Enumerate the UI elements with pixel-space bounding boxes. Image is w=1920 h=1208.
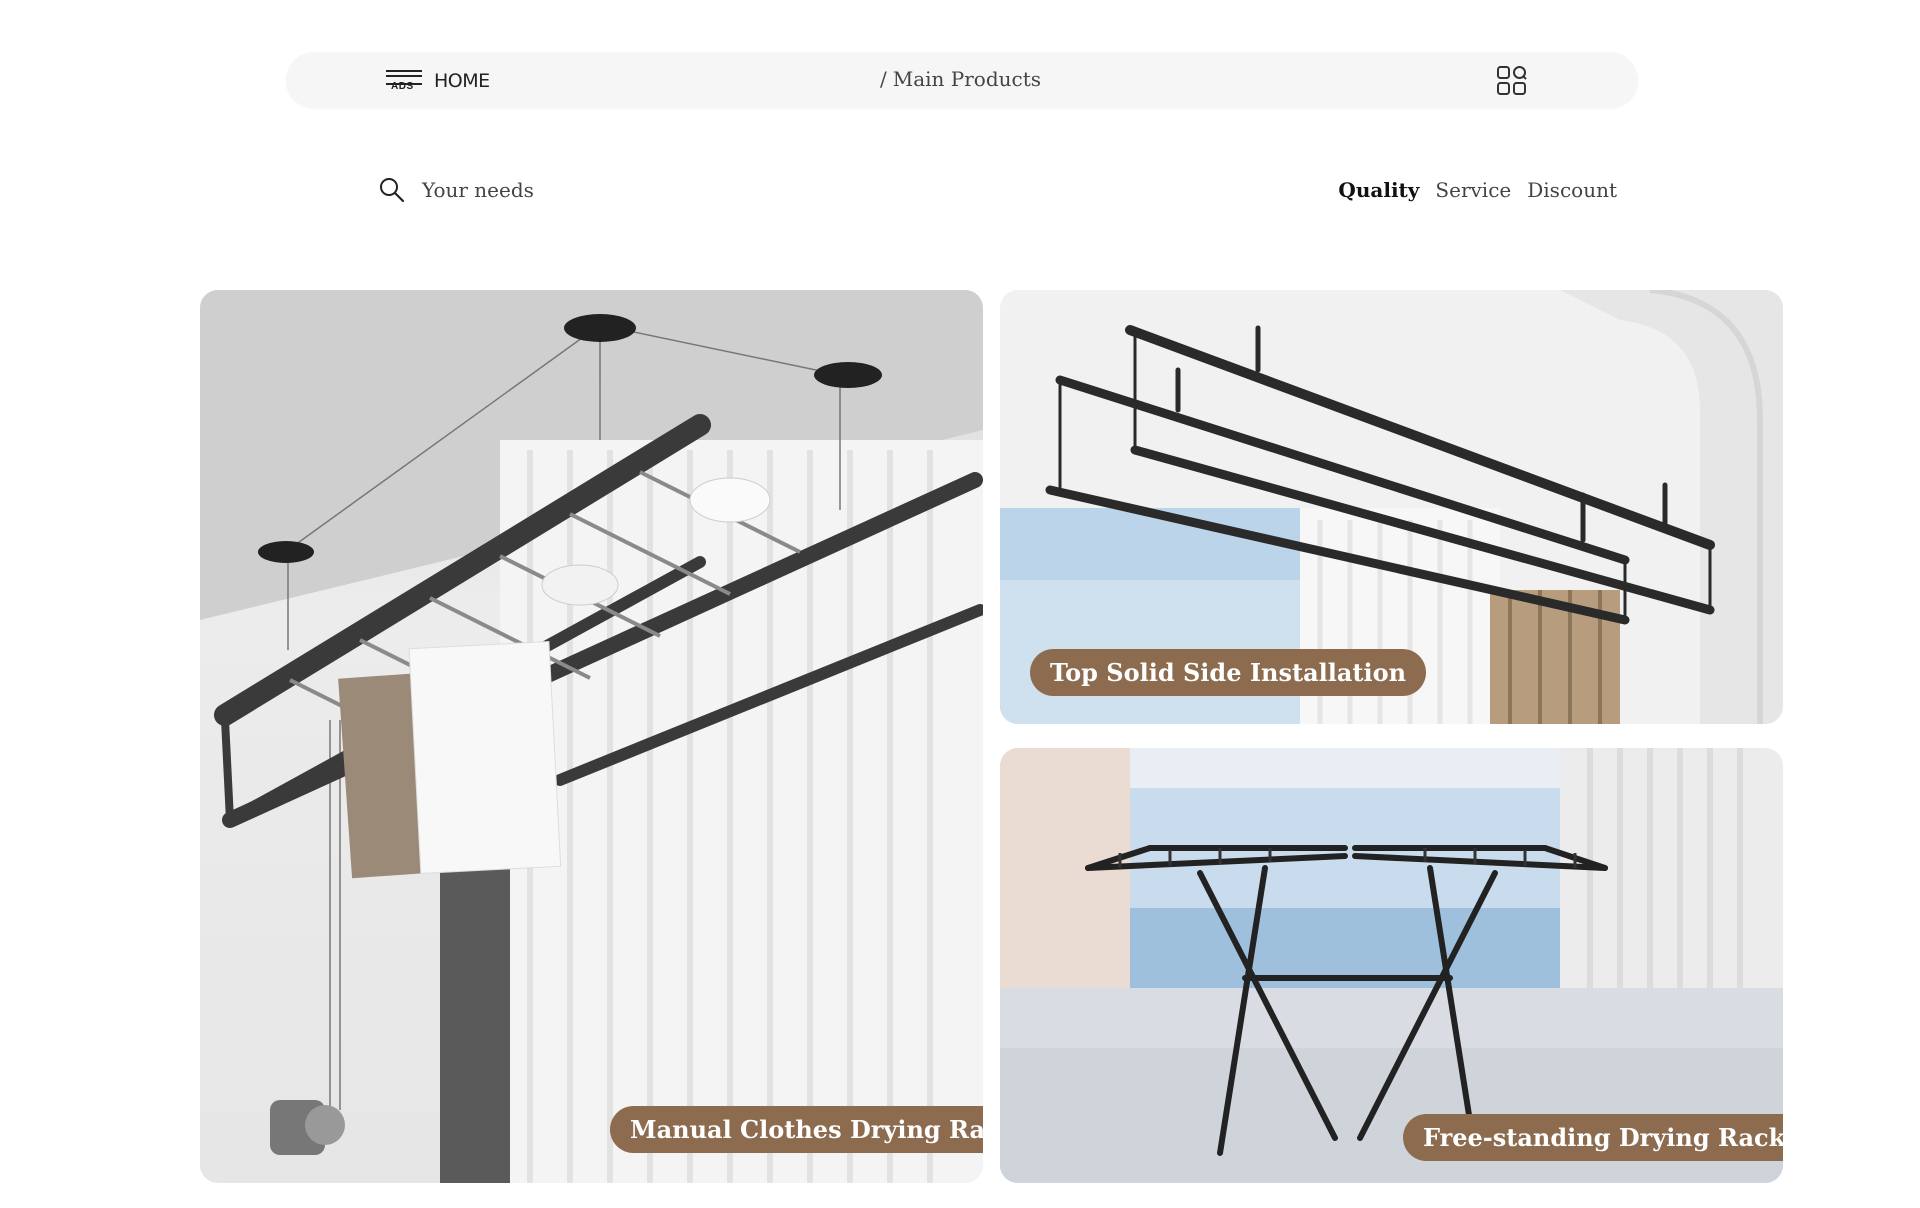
- tab-discount[interactable]: Discount: [1527, 178, 1617, 202]
- search-box[interactable]: Your needs: [378, 176, 534, 204]
- breadcrumb-current: Main Products: [892, 67, 1042, 91]
- home-link[interactable]: ADS HOME: [384, 67, 490, 95]
- product-label: Top Solid Side Installation: [1030, 649, 1427, 696]
- grid-apps-icon[interactable]: [1496, 65, 1528, 97]
- home-label: HOME: [434, 70, 490, 92]
- breadcrumb-separator: /: [880, 67, 887, 91]
- ads-logo: ADS: [384, 67, 424, 95]
- product-card-free-standing-rack[interactable]: Free-standing Drying Rack: [1000, 748, 1783, 1183]
- product-label: Manual Clothes Drying Rack: [610, 1106, 983, 1153]
- top-nav-bar: ADS HOME / Main Products: [286, 52, 1638, 108]
- product-label: Free-standing Drying Rack: [1403, 1114, 1783, 1161]
- tab-service[interactable]: Service: [1435, 178, 1511, 202]
- breadcrumb: / Main Products: [880, 67, 1041, 91]
- product-card-top-installation[interactable]: Top Solid Side Installation: [1000, 290, 1783, 724]
- manual-drying-rack-image: [200, 290, 983, 1183]
- search-input[interactable]: Your needs: [422, 178, 534, 202]
- filter-tabs: Quality Service Discount: [1338, 178, 1617, 202]
- product-card-manual-drying-rack[interactable]: Manual Clothes Drying Rack: [200, 290, 983, 1183]
- search-icon: [380, 178, 405, 203]
- tab-quality[interactable]: Quality: [1338, 178, 1419, 202]
